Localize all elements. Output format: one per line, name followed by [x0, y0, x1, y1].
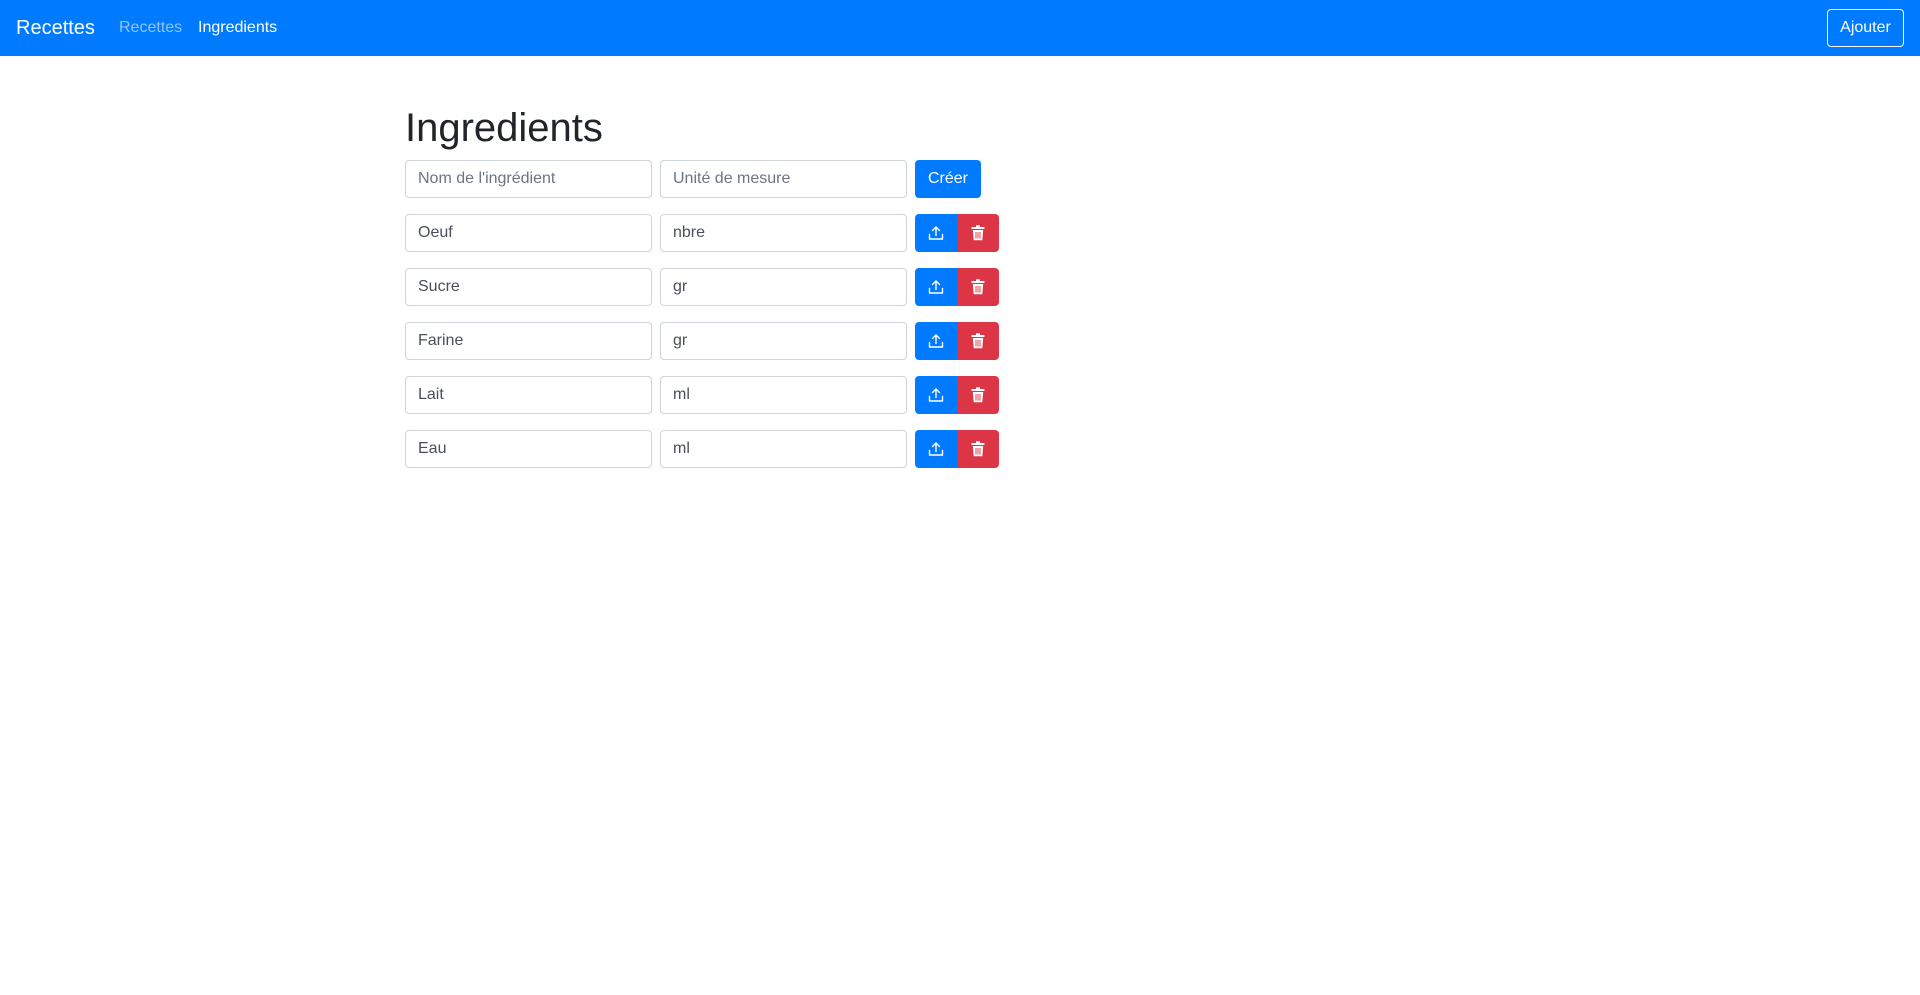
- delete-button[interactable]: [957, 430, 999, 468]
- delete-button[interactable]: [957, 376, 999, 414]
- upload-icon: [928, 280, 944, 294]
- upload-icon: [928, 388, 944, 402]
- update-button[interactable]: [915, 376, 957, 414]
- ingredient-name-field[interactable]: [405, 430, 652, 468]
- ingredient-row: [405, 322, 1005, 360]
- unit-input[interactable]: [660, 160, 907, 198]
- trash-icon: [971, 225, 985, 241]
- delete-button[interactable]: [957, 214, 999, 252]
- ingredient-name-field[interactable]: [405, 322, 652, 360]
- ingredient-row: [405, 268, 1005, 306]
- ingredient-name-field[interactable]: [405, 268, 652, 306]
- create-ingredient-form: Créer: [405, 160, 1005, 198]
- ingredient-unit-field[interactable]: [660, 268, 907, 306]
- ingredient-unit-field[interactable]: [660, 322, 907, 360]
- ingredient-name-field[interactable]: [405, 376, 652, 414]
- navbar-brand[interactable]: Recettes: [16, 0, 95, 56]
- ingredient-row: [405, 376, 1005, 414]
- create-button[interactable]: Créer: [915, 160, 981, 198]
- update-button[interactable]: [915, 214, 957, 252]
- ingredient-name-field[interactable]: [405, 214, 652, 252]
- ingredient-name-input[interactable]: [405, 160, 652, 198]
- trash-icon: [971, 279, 985, 295]
- update-button[interactable]: [915, 430, 957, 468]
- update-button[interactable]: [915, 268, 957, 306]
- delete-button[interactable]: [957, 322, 999, 360]
- trash-icon: [971, 441, 985, 457]
- ingredient-row: [405, 430, 1005, 468]
- nav-link-ingredients[interactable]: Ingredients: [198, 0, 277, 56]
- nav-link-recettes[interactable]: Recettes: [119, 0, 182, 56]
- update-button[interactable]: [915, 322, 957, 360]
- ingredient-row: [405, 214, 1005, 252]
- ingredient-unit-field[interactable]: [660, 214, 907, 252]
- delete-button[interactable]: [957, 268, 999, 306]
- upload-icon: [928, 334, 944, 348]
- trash-icon: [971, 387, 985, 403]
- upload-icon: [928, 442, 944, 456]
- add-button[interactable]: Ajouter: [1827, 9, 1904, 47]
- navbar: Recettes Recettes Ingredients Ajouter: [0, 0, 1920, 56]
- page-title: Ingredients: [405, 106, 603, 150]
- trash-icon: [971, 333, 985, 349]
- ingredient-unit-field[interactable]: [660, 376, 907, 414]
- ingredient-unit-field[interactable]: [660, 430, 907, 468]
- upload-icon: [928, 226, 944, 240]
